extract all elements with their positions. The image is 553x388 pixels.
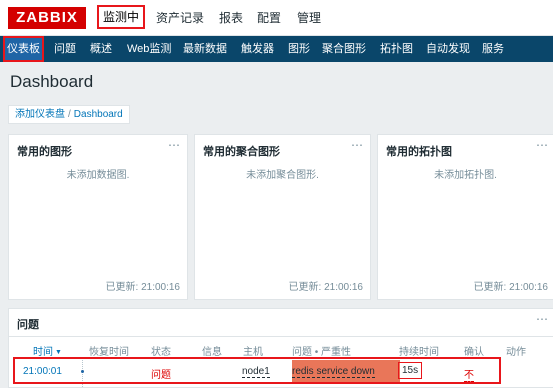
column-recovery-time: 恢复时间 [89, 347, 129, 358]
sub-navigation: 仪表板 问题 概述 Web监测 最新数据 触发器 图形 聚合图形 拓扑图 自动发… [0, 36, 553, 62]
widget-favourite-maps: 常用的拓扑图 ⋯ 未添加拓扑图. 已更新: 21:00:16 [377, 134, 553, 300]
breadcrumb-dashboards-link[interactable]: 添加仪表盘 [15, 109, 65, 120]
menu-configuration[interactable]: 配置 [257, 10, 281, 26]
subnav-overview[interactable]: 概述 [88, 36, 114, 62]
widget-problems: 问题 ⋯ 时间 ▼ 恢复时间 状态 信息 主机 问题 • 严重性 持续时间 确认 … [8, 308, 553, 388]
sort-down-icon: ▼ [55, 349, 62, 356]
widget-empty-text: 未添加拓扑图. [434, 170, 497, 181]
column-status: 状态 [151, 347, 171, 358]
subnav-problems[interactable]: 问题 [52, 36, 78, 62]
widget-menu-icon[interactable]: ⋯ [536, 312, 549, 326]
widget-empty-text: 未添加聚合图形. [246, 170, 319, 181]
subnav-discovery[interactable]: 自动发现 [424, 36, 472, 62]
breadcrumb: 添加仪表盘 / Dashboard [8, 105, 130, 124]
subnav-latest-data[interactable]: 最新数据 [181, 36, 229, 62]
subnav-maps[interactable]: 拓扑图 [378, 36, 415, 62]
column-problem-severity: 问题 • 严重性 [292, 347, 352, 358]
widget-menu-icon[interactable]: ⋯ [168, 138, 181, 152]
top-bar: ZABBIX 监测中 资产记录 报表 配置 管理 [0, 0, 553, 36]
widget-empty-text: 未添加数据图. [66, 170, 130, 181]
widget-updated-text: 已更新: 21:00:16 [105, 282, 180, 293]
widget-menu-icon[interactable]: ⋯ [351, 138, 364, 152]
widget-favourite-graphs: 常用的图形 ⋯ 未添加数据图. 已更新: 21:00:16 [8, 134, 188, 300]
menu-inventory[interactable]: 资产记录 [156, 10, 204, 26]
widget-updated-text: 已更新: 21:00:16 [473, 282, 548, 293]
widget-title: 常用的聚合图形 [203, 146, 280, 158]
column-ack: 确认 [464, 347, 484, 358]
zabbix-logo[interactable]: ZABBIX [8, 7, 86, 29]
menu-reports[interactable]: 报表 [219, 10, 243, 26]
subnav-graphs[interactable]: 图形 [286, 36, 312, 62]
breadcrumb-current[interactable]: Dashboard [74, 109, 123, 120]
menu-administration[interactable]: 管理 [297, 10, 321, 26]
column-time[interactable]: 时间 ▼ [33, 343, 62, 358]
column-host: 主机 [243, 347, 263, 358]
menu-monitoring[interactable]: 监测中 [97, 5, 146, 29]
breadcrumb-separator: / [68, 109, 71, 120]
column-duration: 持续时间 [399, 347, 439, 358]
widget-favourite-screens: 常用的聚合图形 ⋯ 未添加聚合图形. 已更新: 21:00:16 [194, 134, 371, 300]
problem-row[interactable] [13, 357, 501, 384]
subnav-services[interactable]: 服务 [480, 36, 506, 62]
column-actions: 动作 [506, 347, 526, 358]
widget-menu-icon[interactable]: ⋯ [536, 138, 549, 152]
subnav-web[interactable]: Web监测 [125, 36, 173, 62]
subnav-screens[interactable]: 聚合图形 [320, 36, 368, 62]
widget-title: 问题 [17, 319, 39, 331]
subnav-dashboard[interactable]: 仪表板 [3, 36, 44, 62]
column-info: 信息 [202, 347, 222, 358]
widget-title: 常用的拓扑图 [386, 146, 452, 158]
subnav-triggers[interactable]: 触发器 [239, 36, 276, 62]
divider [9, 336, 553, 337]
widget-title: 常用的图形 [17, 146, 72, 158]
widget-updated-text: 已更新: 21:00:16 [288, 282, 363, 293]
page-title: Dashboard [10, 72, 94, 91]
